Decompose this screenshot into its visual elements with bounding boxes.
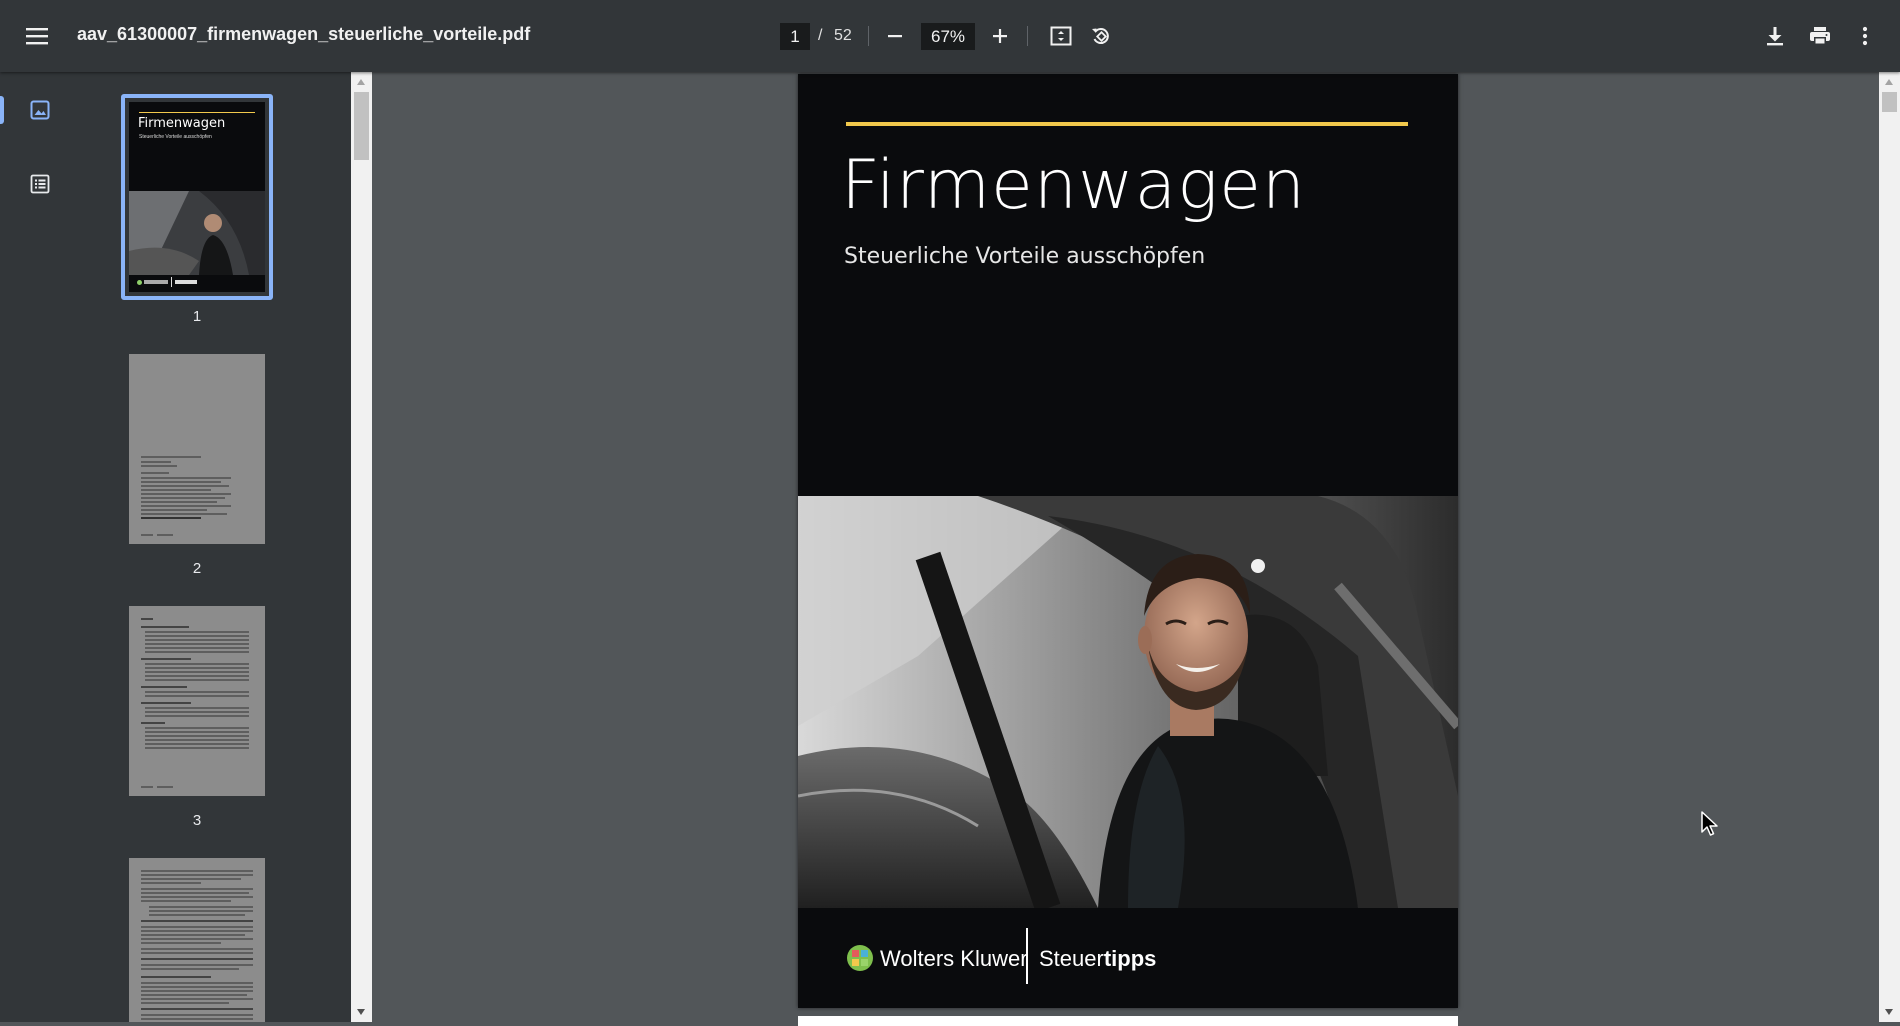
scroll-up-arrow-icon[interactable]	[357, 79, 365, 85]
zoom-in-button[interactable]	[980, 16, 1020, 56]
brand-name: Steuertipps	[1039, 946, 1156, 972]
scrollbar-thumb[interactable]	[354, 92, 369, 160]
thumbnail-image	[129, 354, 265, 544]
cover-photo-man-in-car	[798, 496, 1458, 908]
minus-icon	[888, 35, 902, 38]
document-scrollbar[interactable]	[1879, 72, 1900, 1022]
toolbar-divider	[868, 26, 869, 46]
thumbnail-number: 2	[192, 560, 202, 577]
print-button[interactable]	[1800, 16, 1840, 56]
thumbnail-page-1[interactable]: Firmenwagen Steuerliche Vorteile ausschö…	[129, 102, 265, 292]
sidebar-rail	[0, 72, 79, 1022]
thumbnail-image: Firmenwagen Steuerliche Vorteile ausschö…	[129, 102, 265, 292]
publisher-name: Wolters Kluwer	[880, 946, 1028, 971]
mouse-cursor-icon	[1701, 811, 1718, 836]
thumbnail-image	[129, 606, 265, 796]
cover-subtitle: Steuerliche Vorteile ausschöpfen	[844, 244, 1206, 269]
thumbnails-view-button[interactable]	[0, 82, 79, 138]
outline-view-button[interactable]	[0, 156, 79, 212]
scroll-down-arrow-icon[interactable]	[1885, 1009, 1893, 1015]
cover-accent-rule	[846, 122, 1408, 126]
scrollbar-thumb[interactable]	[1882, 92, 1897, 112]
pdf-page-1: Firmenwagen Steuerliche Vorteile ausschö…	[798, 74, 1458, 1008]
document-title: aav_61300007_firmenwagen_steuerliche_vor…	[77, 24, 531, 44]
plus-icon	[993, 29, 1007, 43]
fit-to-page-button[interactable]	[1041, 16, 1081, 56]
hamburger-menu-icon	[26, 28, 48, 45]
page-number-input[interactable]	[780, 23, 810, 50]
pdf-page-2-edge	[798, 1016, 1458, 1026]
rotate-button[interactable]	[1081, 16, 1121, 56]
page-separator: /	[818, 27, 823, 44]
page-count: 52	[834, 27, 852, 44]
cover-title: Firmenwagen	[841, 146, 1307, 225]
outline-icon	[30, 174, 49, 194]
brand-divider	[1026, 928, 1028, 984]
thumbnail-scrollbar[interactable]	[351, 72, 372, 1022]
brand-prefix: Steuer	[1039, 946, 1104, 971]
active-indicator	[0, 96, 4, 124]
thumbnail-image	[129, 858, 265, 1022]
thumbnail-panel: Firmenwagen Steuerliche Vorteile ausschö…	[79, 72, 351, 1022]
more-actions-button[interactable]	[1845, 16, 1885, 56]
brand-suffix: tipps	[1103, 946, 1157, 971]
rotate-icon	[1092, 28, 1109, 45]
menu-button[interactable]	[17, 16, 57, 56]
zoom-input[interactable]	[921, 23, 975, 50]
toolbar-divider	[1027, 26, 1028, 46]
wolters-kluwer-logo-icon	[847, 945, 873, 971]
print-icon	[1810, 27, 1830, 45]
pdf-toolbar: aav_61300007_firmenwagen_steuerliche_vor…	[0, 0, 1900, 72]
thumbnail-page-4[interactable]	[129, 858, 265, 1022]
thumbnail-cover-title: Firmenwagen	[138, 116, 226, 131]
scroll-up-arrow-icon[interactable]	[1885, 79, 1893, 85]
scroll-down-arrow-icon[interactable]	[357, 1009, 365, 1015]
thumbnail-page-2[interactable]	[129, 354, 265, 544]
cover-footer: Wolters Kluwer Steuertipps	[798, 908, 1458, 1008]
thumbnail-cover-subtitle: Steuerliche Vorteile ausschöpfen	[139, 134, 212, 140]
more-vertical-icon	[1862, 26, 1868, 46]
thumbnails-icon	[30, 100, 49, 120]
download-icon	[1767, 27, 1783, 46]
fit-to-page-icon	[1050, 26, 1072, 46]
download-button[interactable]	[1755, 16, 1795, 56]
zoom-out-button[interactable]	[875, 16, 915, 56]
thumbnail-number: 3	[192, 812, 202, 829]
thumbnail-photo	[129, 191, 265, 275]
thumbnail-number: 1	[192, 308, 202, 325]
thumbnail-page-3[interactable]	[129, 606, 265, 796]
